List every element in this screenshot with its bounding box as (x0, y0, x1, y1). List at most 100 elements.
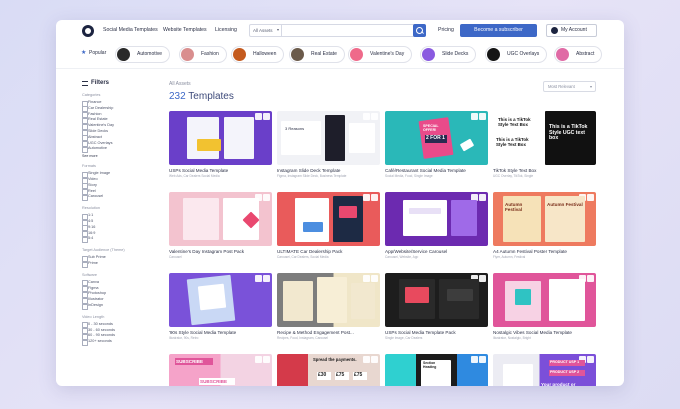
bookmark-icon[interactable] (263, 275, 270, 282)
search-button[interactable] (413, 24, 426, 37)
favorite-icon[interactable] (255, 113, 262, 120)
template-title[interactable]: Nostalgic Vibes Social Media Template (493, 330, 572, 335)
brand-logo[interactable] (82, 25, 94, 37)
nav-licensing[interactable]: Licensing (215, 27, 237, 33)
template-thumbnail[interactable]: Section Heading (385, 354, 488, 386)
favorite-icon[interactable] (255, 356, 262, 363)
bookmark-icon[interactable] (587, 194, 594, 201)
filter-checkbox[interactable]: 5:4 (82, 236, 93, 243)
category-abstract[interactable]: Abstract (554, 46, 603, 63)
template-title[interactable]: TikTok Style Text Box (493, 168, 536, 173)
bookmark-icon[interactable] (479, 275, 486, 282)
template-thumbnail[interactable]: 3 Reasons (277, 111, 380, 165)
template-thumbnail[interactable]: PRODUCT USP 1 PRODUCT USP 2 Your product o… (493, 354, 596, 386)
bookmark-icon[interactable] (371, 113, 378, 120)
tiktok-icon (487, 48, 500, 61)
category-automotive[interactable]: Automotive (115, 46, 171, 63)
nav-pricing[interactable]: Pricing (438, 27, 454, 33)
filter-checkbox[interactable]: Carousel (82, 194, 103, 201)
bookmark-icon[interactable] (479, 356, 486, 363)
favorite-icon[interactable] (363, 356, 370, 363)
category-ugc-overlays[interactable]: UGC Overlays (485, 46, 548, 63)
template-title[interactable]: '90s Style Social Media Template (169, 330, 236, 335)
template-thumbnail[interactable]: SPECIAL OFFER! 2 FOR 1 (385, 111, 488, 165)
category-slide-decks[interactable]: Slide Decks (420, 46, 477, 63)
thumbnail-text: Spread the payments. (313, 357, 357, 362)
template-title[interactable]: App/Website/Service Carousel (385, 249, 447, 254)
favorite-icon[interactable] (255, 275, 262, 282)
thumbnail-text: SUBSCRIBE (199, 378, 235, 386)
template-thumbnail[interactable] (169, 111, 272, 165)
template-title[interactable]: A4 Autumn Festival Poster Template (493, 249, 567, 254)
bookmark-icon[interactable] (263, 113, 270, 120)
category-label: Halloween (253, 51, 277, 57)
car-shape (303, 222, 323, 232)
template-thumbnail[interactable] (385, 192, 488, 246)
favorite-icon[interactable] (363, 113, 370, 120)
category-label: Fashion (201, 51, 219, 57)
see-more-link[interactable]: See more (82, 154, 98, 158)
filter-checkbox[interactable]: Automotive (82, 146, 107, 153)
favorite-icon[interactable] (471, 113, 478, 120)
category-halloween[interactable]: Halloween (231, 46, 285, 63)
car-icon (117, 48, 130, 61)
thumbnail-text: SUBSCRIBE (175, 358, 213, 366)
thumbnail-text: This is a TikTok Style Text Box (495, 137, 539, 149)
thumbnail-text: This is a TikTok Style Text Box (497, 117, 541, 129)
category-fashion[interactable]: Fashion (179, 46, 227, 63)
search-input[interactable] (282, 25, 416, 36)
bookmark-icon[interactable] (587, 356, 594, 363)
subscribe-button[interactable]: Become a subscriber (460, 24, 537, 37)
template-title[interactable]: Recipe & Method Engagement Post... (277, 330, 354, 335)
bookmark-icon[interactable] (263, 356, 270, 363)
filter-checkbox[interactable]: 120+ seconds (82, 339, 112, 346)
category-real-estate[interactable]: Real Estate (289, 46, 345, 63)
favorite-icon[interactable] (363, 194, 370, 201)
bookmark-icon[interactable] (371, 194, 378, 201)
thumbnail-shape (403, 200, 447, 236)
template-thumbnail[interactable]: Autumn Festival Autumn Festival (493, 192, 596, 246)
filter-checkbox[interactable]: InDesign (82, 303, 103, 310)
bookmark-icon[interactable] (479, 113, 486, 120)
template-thumbnail[interactable] (277, 273, 380, 327)
house-icon (291, 48, 304, 61)
phone-shape (325, 115, 345, 161)
bookmark-icon[interactable] (371, 356, 378, 363)
template-thumbnail[interactable] (277, 192, 380, 246)
favorite-icon[interactable] (471, 356, 478, 363)
template-meta: Carousel (169, 255, 182, 259)
favorite-icon[interactable] (363, 275, 370, 282)
template-title[interactable]: USPs Social Media Template Pack (385, 330, 456, 335)
template-title[interactable]: Café/Restaurant Social Media Template (385, 168, 466, 173)
template-title[interactable]: Valentine's Day Instagram Post Pack (169, 249, 244, 254)
nav-social-media-templates[interactable]: Social Media Templates (103, 27, 158, 33)
star-icon: ★ (81, 50, 87, 56)
template-thumbnail[interactable]: Spread the payments. £30 £75 £75 (277, 354, 380, 386)
template-title[interactable]: Instagram Slide Deck Template (277, 168, 341, 173)
thumbnail-text: 2 FOR 1 (425, 135, 447, 143)
bookmark-icon[interactable] (479, 194, 486, 201)
thumbnail-shape (333, 196, 363, 242)
template-thumbnail[interactable]: SUBSCRIBE SUBSCRIBE (169, 354, 272, 386)
search-category-select[interactable]: All Assets (250, 25, 282, 36)
fashion-icon (181, 48, 194, 61)
template-title[interactable]: USPs Social Media Template (169, 168, 228, 173)
bookmark-icon[interactable] (587, 275, 594, 282)
category-popular[interactable]: ★ Popular (78, 46, 113, 63)
my-account-button[interactable]: My Account (546, 24, 597, 37)
template-thumbnail[interactable] (169, 273, 272, 327)
template-thumbnail[interactable] (169, 192, 272, 246)
nav-website-templates[interactable]: Website Templates (163, 27, 207, 33)
breadcrumb[interactable]: All Assets (169, 81, 191, 87)
template-title[interactable]: ULTIMATE Car Dealership Pack (277, 249, 342, 254)
category-valentines[interactable]: Valentine's Day (348, 46, 413, 63)
template-thumbnail[interactable] (493, 273, 596, 327)
thumbnail-text: PRODUCT USP 1 (549, 360, 585, 366)
template-thumbnail[interactable] (385, 273, 488, 327)
category-label: Valentine's Day (370, 51, 405, 57)
filter-checkbox[interactable]: Prime (82, 261, 98, 268)
sort-select[interactable]: Most Relevant (543, 81, 596, 92)
template-thumbnail[interactable]: This is a TikTok Style Text Box This is a… (493, 111, 596, 165)
bookmark-icon[interactable] (263, 194, 270, 201)
bookmark-icon[interactable] (371, 275, 378, 282)
